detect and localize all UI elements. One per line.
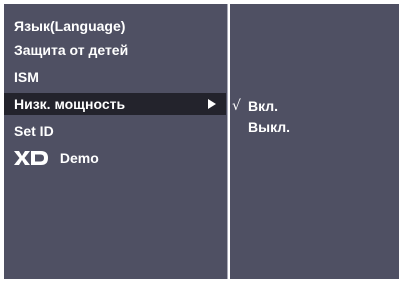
menu-item-label: Set ID bbox=[14, 123, 54, 139]
arrow-right-icon bbox=[208, 99, 216, 109]
menu-item-label: Защита от детей bbox=[14, 42, 129, 58]
menu-item-language[interactable]: Язык(Language) bbox=[4, 15, 226, 37]
menu-item-xd-demo[interactable]: Demo bbox=[4, 147, 226, 169]
menu-item-low-power[interactable]: Низк. мощность bbox=[4, 93, 226, 115]
option-label: Выкл. bbox=[248, 119, 291, 135]
menu-item-label: Demo bbox=[59, 150, 99, 166]
menu-item-ism[interactable]: ISM bbox=[4, 66, 226, 88]
submenu-panel: √ Вкл. Выкл. bbox=[230, 4, 399, 279]
menu-item-label: Язык(Language) bbox=[14, 18, 126, 34]
menu-item-label: Низк. мощность bbox=[14, 96, 126, 112]
main-menu-panel: Язык(Language) Защита от детей ISM Низк.… bbox=[4, 4, 228, 279]
osd-menu: Язык(Language) Защита от детей ISM Низк.… bbox=[4, 4, 399, 279]
menu-item-label: ISM bbox=[14, 69, 39, 85]
menu-item-child-lock[interactable]: Защита от детей bbox=[4, 39, 226, 61]
check-mark-icon: √ bbox=[232, 98, 241, 114]
submenu-option-off[interactable]: Выкл. bbox=[230, 116, 395, 138]
tv-osd-screen: Язык(Language) Защита от детей ISM Низк.… bbox=[0, 0, 403, 282]
menu-item-set-id[interactable]: Set ID bbox=[4, 120, 226, 142]
submenu-option-on[interactable]: √ Вкл. bbox=[230, 95, 395, 117]
xd-logo-icon bbox=[14, 150, 48, 165]
option-label: Вкл. bbox=[248, 98, 279, 114]
